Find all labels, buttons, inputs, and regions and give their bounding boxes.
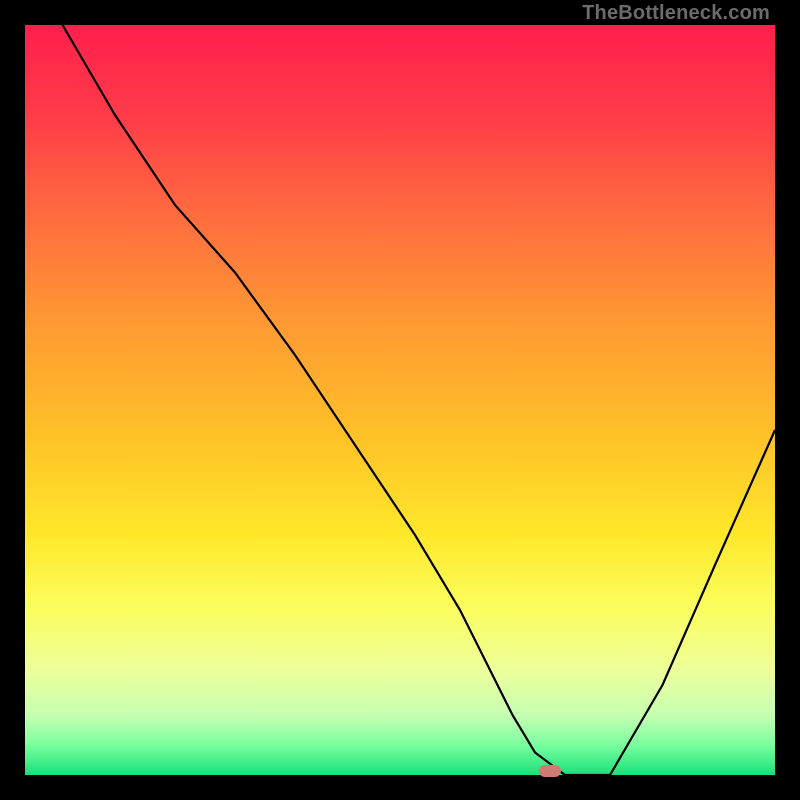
watermark-text: TheBottleneck.com bbox=[582, 2, 770, 25]
plot-area bbox=[25, 25, 775, 775]
curve-layer bbox=[25, 25, 775, 775]
chart-stage: TheBottleneck.com bbox=[0, 0, 800, 800]
bottleneck-curve bbox=[63, 25, 776, 775]
